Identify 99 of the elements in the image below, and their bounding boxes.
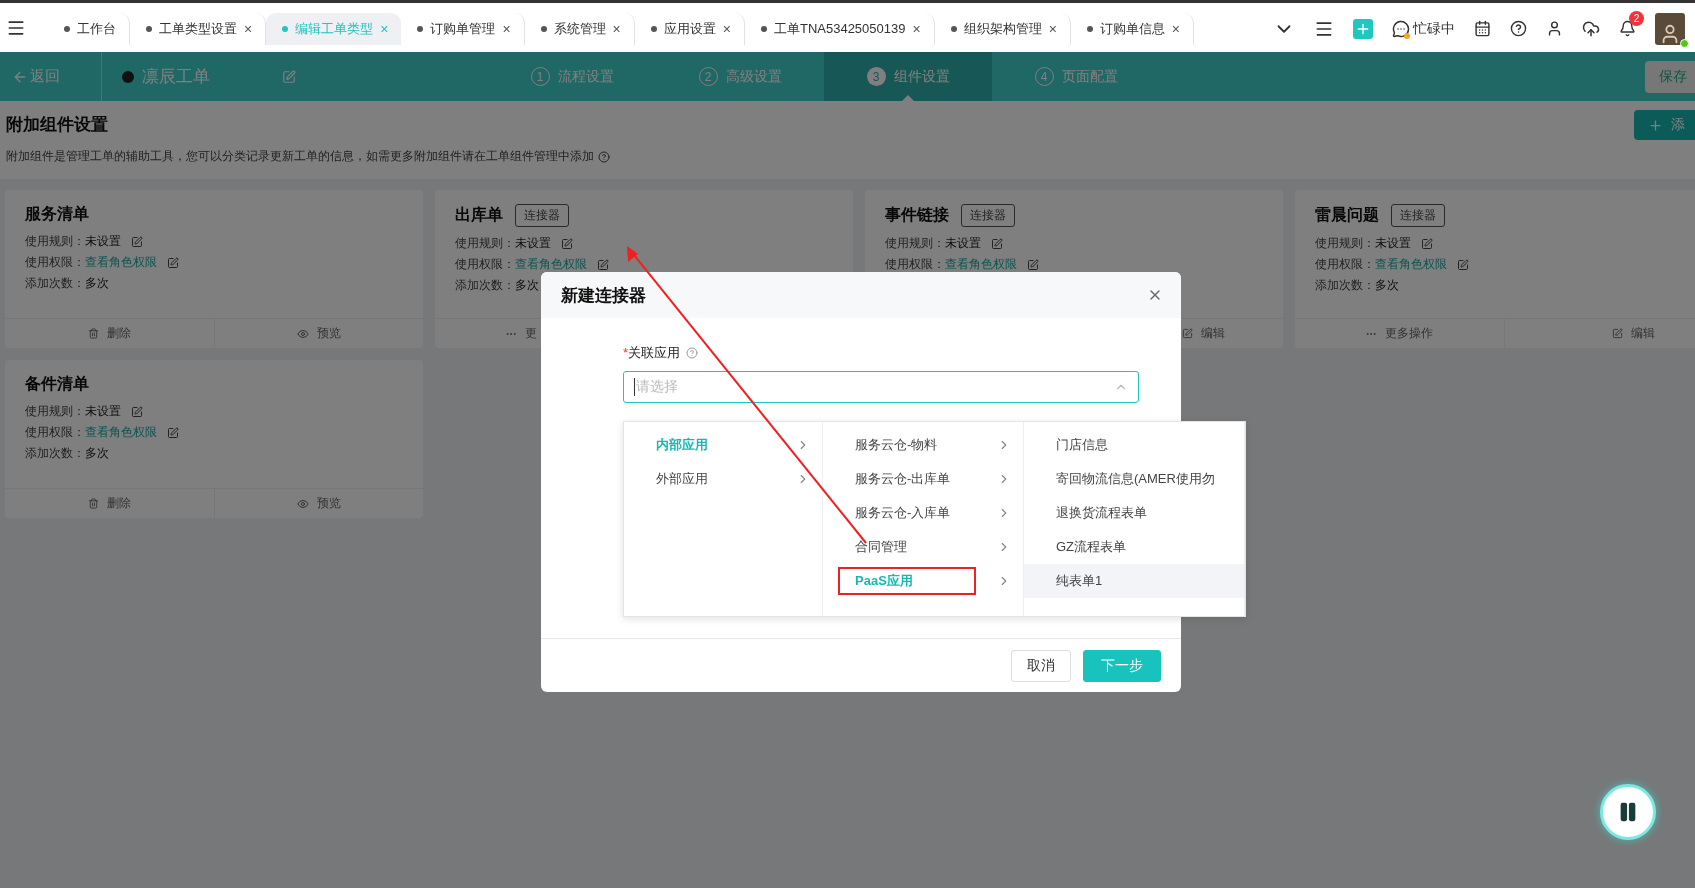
field-label: 使用权限： (1315, 256, 1375, 273)
field-label: 添加次数： (1315, 277, 1375, 294)
trash-icon (88, 328, 99, 339)
field-value: 多次 (1375, 277, 1399, 294)
tab[interactable]: 编辑工单类型 × (266, 13, 402, 45)
field-label: 使用规则： (1315, 235, 1375, 252)
card-title: 服务清单 (25, 204, 89, 224)
field-label: 添加次数： (25, 275, 85, 292)
bell-icon[interactable] (1619, 20, 1636, 37)
field-label: 使用规则： (25, 233, 85, 250)
edit-icon[interactable] (1457, 258, 1469, 271)
field-label: 使用权限： (885, 256, 945, 273)
chat-icon[interactable] (1392, 19, 1410, 38)
field-label: 使用规则： (25, 403, 85, 420)
field-label: 使用规则： (455, 235, 515, 252)
cascader-option[interactable]: 服务云仓-出库单 (823, 462, 1023, 496)
status-label[interactable]: 忙碌中 (1413, 19, 1455, 38)
edit-icon[interactable] (131, 405, 143, 418)
edit-icon[interactable] (167, 426, 179, 439)
edit-icon[interactable] (561, 237, 573, 250)
field-value: 多次 (85, 275, 109, 292)
dialog-title: 新建连接器 (561, 284, 646, 307)
connector-tag: 连接器 (515, 204, 569, 227)
cloud-upload-icon[interactable] (1582, 19, 1600, 38)
permissions-link[interactable]: 查看角色权限 (85, 424, 157, 441)
field-value: 多次 (85, 445, 109, 462)
field-value: 未设置 (85, 403, 121, 420)
step-tab[interactable]: 1 流程设置 (488, 52, 656, 101)
field-label: 使用权限： (455, 256, 515, 273)
plus-icon (1648, 117, 1663, 133)
edit-icon[interactable] (1027, 258, 1039, 271)
cascader-option[interactable]: 寄回物流信息(AMER使用勿 (1024, 462, 1244, 496)
permissions-link[interactable]: 查看角色权限 (85, 254, 157, 271)
tab[interactable]: 订购单管理 × (401, 13, 525, 45)
connector-tag: 连接器 (1391, 204, 1445, 227)
card-title: 雷晨问题 (1315, 205, 1379, 225)
field-value: 未设置 (1375, 235, 1411, 252)
eye-icon (297, 327, 309, 340)
app-select-field[interactable]: 请选择 (623, 371, 1139, 403)
permissions-link[interactable]: 查看角色权限 (515, 256, 587, 273)
cascader-option[interactable]: 退换货流程表单 (1024, 496, 1244, 530)
tab[interactable]: 应用设置 × (634, 13, 745, 45)
tab[interactable]: 组织架构管理 × (934, 13, 1071, 45)
page-title: 凛辰工单 (142, 66, 210, 88)
permissions-link[interactable]: 查看角色权限 (1375, 256, 1447, 273)
eye-icon (297, 497, 309, 510)
cascader-option[interactable]: 服务云仓-物料 (823, 428, 1023, 462)
cancel-button[interactable]: 取消 (1011, 649, 1071, 682)
field-value: 未设置 (515, 235, 551, 252)
cascader-option[interactable]: GZ流程表单 (1024, 530, 1244, 564)
more-actions-link[interactable]: 更多操作 (1295, 319, 1504, 348)
edit-icon[interactable] (1421, 237, 1433, 250)
card-title: 事件链接 (885, 205, 949, 225)
user-icon[interactable] (1546, 20, 1563, 37)
edit-icon[interactable] (131, 235, 143, 248)
permissions-link[interactable]: 查看角色权限 (945, 256, 1017, 273)
preview-link[interactable]: 预览 (214, 319, 423, 348)
tab[interactable]: 订购单信息 × (1070, 13, 1195, 45)
trash-icon (88, 498, 99, 509)
section-description: 附加组件是管理工单的辅助工具，您可以分类记录更新工单的信息，如需更多附加组件请在工单组件管理中添加 (6, 148, 594, 165)
section-title: 附加组件设置 (6, 114, 108, 136)
help-icon[interactable] (1510, 20, 1527, 37)
tab[interactable]: 工单TNA53425050139 × (744, 13, 935, 45)
edit-icon[interactable] (597, 258, 609, 271)
connector-tag: 连接器 (961, 204, 1015, 227)
field-label: 使用规则： (885, 235, 945, 252)
edit-link[interactable]: 编辑 (1504, 319, 1695, 348)
preview-link[interactable]: 预览 (214, 489, 423, 518)
cascader-option[interactable]: 服务云仓-入库单 (823, 496, 1023, 530)
field-label: 使用权限： (25, 424, 85, 441)
circle-icon (122, 70, 134, 83)
tab[interactable]: 工作台 (48, 13, 130, 45)
delete-link[interactable]: 删除 (5, 319, 214, 348)
field-label: 添加次数： (455, 277, 515, 294)
edit-icon (1182, 328, 1193, 339)
card-title: 备件清单 (25, 374, 89, 394)
delete-link[interactable]: 删除 (5, 489, 214, 518)
save-button[interactable]: 保存 (1645, 60, 1695, 93)
next-button[interactable]: 下一步 (1083, 649, 1161, 682)
edit-icon (1612, 328, 1623, 339)
card-title: 出库单 (455, 205, 503, 225)
step-tab[interactable]: 3 组件设置 (824, 52, 992, 101)
cascader-option[interactable]: 合同管理 (823, 530, 1023, 564)
field-label: 添加次数： (25, 445, 85, 462)
cascader-option[interactable]: 门店信息 (1024, 428, 1244, 462)
field-label: *关联应用 (623, 344, 681, 362)
field-value: 未设置 (85, 233, 121, 250)
add-button[interactable]: 添 (1634, 110, 1695, 140)
edit-icon[interactable] (991, 237, 1003, 250)
field-label: 使用权限： (25, 254, 85, 271)
edit-icon[interactable] (167, 256, 179, 269)
cascader-option[interactable]: 外部应用 (624, 462, 822, 496)
tab[interactable]: 系统管理 × (524, 13, 635, 45)
field-value: 多次 (515, 277, 539, 294)
calendar-icon[interactable] (1474, 20, 1491, 37)
notification-badge: 2 (1629, 11, 1644, 26)
cascader-option[interactable]: 纯表单1 (1024, 564, 1244, 598)
cascader-option[interactable]: 内部应用 (624, 428, 822, 462)
field-value: 未设置 (945, 235, 981, 252)
